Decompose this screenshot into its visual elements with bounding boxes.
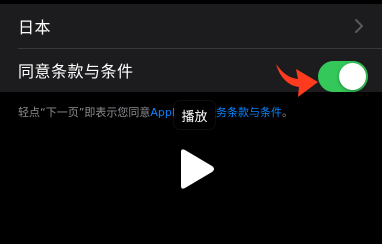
toggle-knob [339,63,366,90]
terms-link-start[interactable]: Appl [150,106,175,119]
play-icon[interactable] [176,148,216,190]
region-label: 日本 [18,18,52,37]
tooltip-label: 播放 [181,109,208,125]
terms-label: 同意条款与条件 [18,62,134,81]
settings-screen: 日本 同意条款与条件 轻点“下一页”即表示您同意Appl 服务条款与条件。 播放 [0,0,382,244]
footer-suffix: 。 [281,106,293,119]
region-row[interactable]: 日本 [0,4,382,48]
footer-prefix: 轻点“下一页”即表示您同意 [18,106,151,119]
terms-link-end[interactable]: 服务条款与条件 [205,106,282,119]
chevron-right-icon [355,19,363,33]
red-arrow-icon [276,64,318,97]
terms-toggle[interactable] [318,61,368,92]
play-tooltip: 播放 [174,101,215,129]
